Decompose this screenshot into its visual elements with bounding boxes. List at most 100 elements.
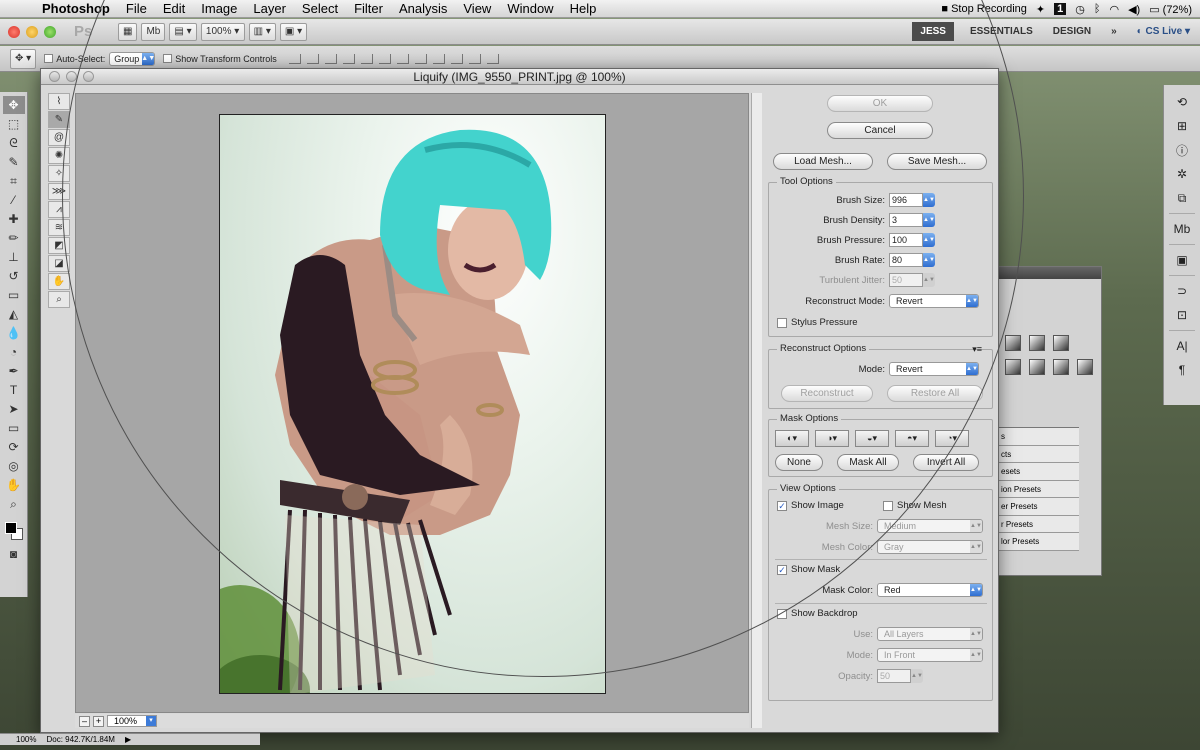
auto-select-checkbox[interactable] [44, 54, 54, 63]
quick-mask-icon[interactable]: ◙ [3, 545, 25, 563]
shape-tool-icon[interactable]: ▭ [3, 419, 25, 437]
opacity-field[interactable]: 50 [877, 669, 911, 683]
3d-rotate-tool-icon[interactable]: ⟳ [3, 438, 25, 456]
mask-all-button[interactable]: Mask All [837, 454, 899, 471]
zoom-level-select[interactable]: 100% ▾ [200, 22, 245, 41]
forward-warp-tool-icon[interactable]: ⌇ [48, 93, 70, 110]
bloat-tool-icon[interactable]: ✧ [48, 165, 70, 182]
mini-bridge-panel-icon[interactable]: Mb [1173, 220, 1191, 238]
brush-size-stepper[interactable]: ▲▼ [923, 193, 935, 207]
blur-tool-icon[interactable]: 💧 [3, 324, 25, 342]
layers-comp-panel-icon[interactable]: ▣ [1173, 251, 1191, 269]
workspace-jess[interactable]: JESS [912, 22, 954, 41]
show-image-checkbox[interactable]: ✓ Show Image [777, 500, 844, 511]
reconstruct-tool-icon[interactable]: ✎ [48, 111, 70, 128]
bluetooth-icon[interactable]: ᛒ [1094, 3, 1101, 15]
healing-brush-tool-icon[interactable]: ✚ [3, 210, 25, 228]
checkbox-box[interactable] [777, 608, 787, 619]
distribute-left-icon[interactable] [450, 53, 463, 64]
show-mask-checkbox[interactable]: ✓ Show Mask [777, 564, 840, 575]
list-item[interactable]: s [999, 428, 1079, 446]
invert-all-button[interactable]: Invert All [913, 454, 979, 471]
menu-app[interactable]: Photoshop [34, 1, 118, 16]
menu-analysis[interactable]: Analysis [391, 1, 455, 16]
mesh-color-dropdown[interactable]: Gray ▲▼ [877, 540, 983, 554]
opacity-stepper[interactable]: ▲▼ [911, 669, 923, 683]
align-left-icon[interactable] [342, 53, 355, 64]
push-left-tool-icon[interactable]: ⋙ [48, 183, 70, 200]
mask-color-dropdown[interactable]: Red ▲▼ [877, 583, 983, 597]
reconstruct-mode-dropdown[interactable]: Revert ▲▼ [889, 294, 979, 308]
path-select-tool-icon[interactable]: ➤ [3, 400, 25, 418]
menu-file[interactable]: File [118, 1, 155, 16]
show-backdrop-checkbox[interactable]: Show Backdrop [777, 608, 858, 619]
turbulence-tool-icon[interactable]: ≋ [48, 219, 70, 236]
load-mesh-button[interactable]: Load Mesh... [773, 153, 873, 170]
freeze-mask-tool-icon[interactable]: ◩ [48, 237, 70, 254]
status-zoom[interactable]: 100% [16, 735, 36, 744]
dialog-minimize-icon[interactable] [66, 71, 77, 82]
mesh-size-dropdown[interactable]: Medium ▲▼ [877, 519, 983, 533]
menu-filter[interactable]: Filter [346, 1, 391, 16]
mask-none-button[interactable]: None [775, 454, 823, 471]
foreground-color-swatch[interactable] [4, 522, 17, 534]
exposure-icon[interactable] [1053, 335, 1069, 351]
mirror-tool-icon[interactable]: ⩘ [48, 201, 70, 218]
list-item[interactable]: ion Presets [999, 480, 1079, 498]
notes-panel-icon[interactable]: ⊡ [1173, 306, 1191, 324]
wifi-icon[interactable]: ◠ [1109, 3, 1119, 16]
brush-rate-field[interactable]: 80 [889, 253, 923, 267]
invert-selection-icon[interactable]: ◔▾ [935, 430, 969, 447]
list-item[interactable]: esets [999, 463, 1079, 481]
zoom-out-button[interactable]: – [79, 715, 90, 727]
menu-select[interactable]: Select [294, 1, 346, 16]
minimize-window-icon[interactable] [26, 25, 38, 38]
brush-pressure-stepper[interactable]: ▲▼ [923, 233, 935, 247]
close-window-icon[interactable] [8, 25, 20, 38]
distribute-right-icon[interactable] [486, 53, 499, 64]
zoom-in-button[interactable]: + [93, 715, 104, 727]
add-to-selection-icon[interactable]: ◑▾ [815, 430, 849, 447]
mini-bridge-button[interactable]: Mb [141, 22, 166, 41]
clone-source-panel-icon[interactable]: ⧉ [1173, 189, 1191, 207]
character-panel-icon[interactable]: A| [1173, 337, 1191, 355]
hand-tool-icon[interactable]: ✋ [3, 476, 25, 494]
levels-icon[interactable] [1005, 335, 1021, 351]
battery-icon[interactable]: ▭ (72%) [1149, 3, 1192, 16]
auto-select-dropdown[interactable]: Group ▲▼ [109, 51, 156, 66]
workspace-design[interactable]: DESIGN [1043, 26, 1101, 37]
paths-panel-icon[interactable]: ⊃ [1173, 282, 1191, 300]
align-right-icon[interactable] [378, 53, 391, 64]
align-hcenter-icon[interactable] [360, 53, 373, 64]
cs-live-button[interactable]: ◐ CS Live ▾ [1127, 26, 1200, 37]
lasso-tool-icon[interactable]: ᘓ [3, 134, 25, 152]
brush-rate-stepper[interactable]: ▲▼ [923, 253, 935, 267]
panel-header[interactable] [999, 267, 1101, 279]
zoom-window-icon[interactable] [44, 25, 56, 38]
distribute-vcenter-icon[interactable] [414, 53, 427, 64]
use-dropdown[interactable]: All Layers ▲▼ [877, 627, 983, 641]
brush-size-field[interactable]: 996 [889, 193, 923, 207]
move-tool-preset-button[interactable]: ✥ ▾ [10, 48, 37, 69]
checkbox-box[interactable] [883, 500, 893, 511]
move-tool-icon[interactable]: ✥ [2, 96, 25, 114]
checkbox-box[interactable] [777, 317, 787, 328]
zoom-select[interactable]: 100% ▾ [107, 715, 157, 727]
pen-tool-icon[interactable]: ✒ [3, 362, 25, 380]
menu-image[interactable]: Image [193, 1, 245, 16]
screen-mode-button[interactable]: ▣ ▾ [279, 22, 308, 41]
save-mesh-button[interactable]: Save Mesh... [887, 153, 987, 170]
subtract-from-selection-icon[interactable]: ◒▾ [855, 430, 889, 447]
type-tool-icon[interactable]: T [3, 381, 25, 399]
recon-mode-dropdown[interactable]: Revert ▲▼ [889, 362, 979, 376]
view-extras-button[interactable]: ▤ ▾ [169, 22, 197, 41]
time-machine-icon[interactable]: ◷ [1075, 3, 1085, 16]
list-item[interactable]: lor Presets [999, 533, 1079, 551]
distribute-hcenter-icon[interactable] [468, 53, 481, 64]
eyedropper-tool-icon[interactable]: ⁄ [3, 191, 25, 209]
eraser-tool-icon[interactable]: ▭ [3, 286, 25, 304]
launch-bridge-button[interactable]: ▦ [118, 22, 138, 41]
curves-icon[interactable] [1029, 335, 1045, 351]
info-panel-icon[interactable]: ⓘ [1173, 141, 1191, 159]
dropbox-icon[interactable]: ✦ [1036, 3, 1045, 16]
